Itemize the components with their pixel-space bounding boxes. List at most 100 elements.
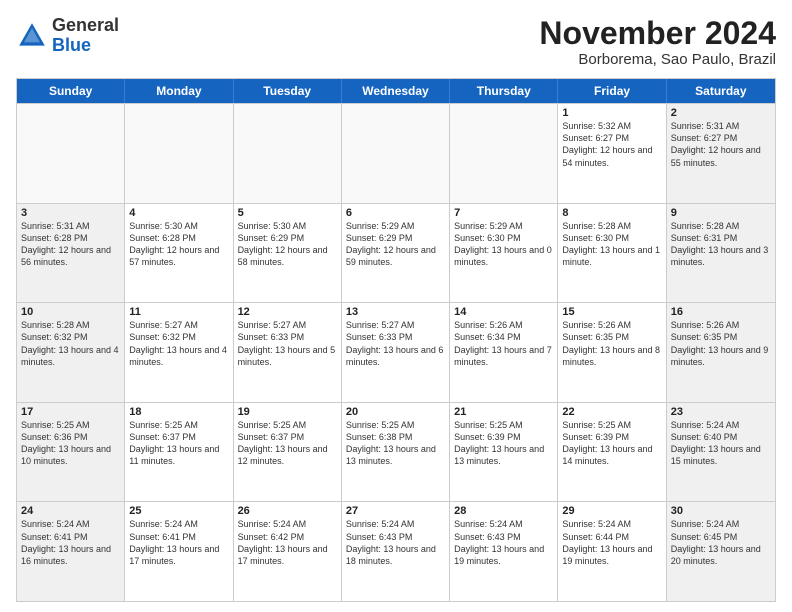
day-number: 25 [129,505,228,517]
cell-details: Sunrise: 5:24 AM Sunset: 6:44 PM Dayligh… [562,518,661,567]
cell-details: Sunrise: 5:25 AM Sunset: 6:37 PM Dayligh… [238,419,337,468]
calendar-cell: 23Sunrise: 5:24 AM Sunset: 6:40 PM Dayli… [667,403,775,502]
calendar-cell [342,104,450,203]
calendar-week-4: 24Sunrise: 5:24 AM Sunset: 6:41 PM Dayli… [17,501,775,601]
logo-blue: Blue [52,36,119,56]
logo: General Blue [16,16,119,56]
cell-details: Sunrise: 5:24 AM Sunset: 6:43 PM Dayligh… [454,518,553,567]
cell-details: Sunrise: 5:25 AM Sunset: 6:38 PM Dayligh… [346,419,445,468]
day-number: 17 [21,406,120,418]
calendar-cell: 5Sunrise: 5:30 AM Sunset: 6:29 PM Daylig… [234,204,342,303]
calendar-cell: 19Sunrise: 5:25 AM Sunset: 6:37 PM Dayli… [234,403,342,502]
calendar-cell: 29Sunrise: 5:24 AM Sunset: 6:44 PM Dayli… [558,502,666,601]
cell-details: Sunrise: 5:27 AM Sunset: 6:32 PM Dayligh… [129,319,228,368]
page: General Blue November 2024 Borborema, Sa… [0,0,792,612]
calendar-week-1: 3Sunrise: 5:31 AM Sunset: 6:28 PM Daylig… [17,203,775,303]
day-number: 29 [562,505,661,517]
cell-details: Sunrise: 5:24 AM Sunset: 6:43 PM Dayligh… [346,518,445,567]
calendar-cell: 12Sunrise: 5:27 AM Sunset: 6:33 PM Dayli… [234,303,342,402]
location: Borborema, Sao Paulo, Brazil [539,51,776,68]
day-number: 8 [562,207,661,219]
calendar-cell: 30Sunrise: 5:24 AM Sunset: 6:45 PM Dayli… [667,502,775,601]
calendar-cell: 9Sunrise: 5:28 AM Sunset: 6:31 PM Daylig… [667,204,775,303]
calendar-cell: 27Sunrise: 5:24 AM Sunset: 6:43 PM Dayli… [342,502,450,601]
day-number: 3 [21,207,120,219]
calendar-week-2: 10Sunrise: 5:28 AM Sunset: 6:32 PM Dayli… [17,302,775,402]
cell-details: Sunrise: 5:25 AM Sunset: 6:39 PM Dayligh… [562,419,661,468]
day-number: 2 [671,107,771,119]
day-number: 9 [671,207,771,219]
cell-details: Sunrise: 5:30 AM Sunset: 6:29 PM Dayligh… [238,220,337,269]
calendar-cell: 10Sunrise: 5:28 AM Sunset: 6:32 PM Dayli… [17,303,125,402]
title-area: November 2024 Borborema, Sao Paulo, Braz… [539,16,776,68]
logo-general: General [52,16,119,36]
day-number: 30 [671,505,771,517]
logo-text: General Blue [52,16,119,56]
calendar-cell: 11Sunrise: 5:27 AM Sunset: 6:32 PM Dayli… [125,303,233,402]
calendar-cell: 14Sunrise: 5:26 AM Sunset: 6:34 PM Dayli… [450,303,558,402]
cell-details: Sunrise: 5:25 AM Sunset: 6:36 PM Dayligh… [21,419,120,468]
day-number: 28 [454,505,553,517]
calendar-cell: 18Sunrise: 5:25 AM Sunset: 6:37 PM Dayli… [125,403,233,502]
cell-details: Sunrise: 5:30 AM Sunset: 6:28 PM Dayligh… [129,220,228,269]
calendar-cell: 21Sunrise: 5:25 AM Sunset: 6:39 PM Dayli… [450,403,558,502]
calendar-cell: 3Sunrise: 5:31 AM Sunset: 6:28 PM Daylig… [17,204,125,303]
header-day-saturday: Saturday [667,79,775,103]
day-number: 20 [346,406,445,418]
header-day-friday: Friday [558,79,666,103]
calendar-cell [17,104,125,203]
cell-details: Sunrise: 5:28 AM Sunset: 6:30 PM Dayligh… [562,220,661,269]
day-number: 16 [671,306,771,318]
calendar-cell: 17Sunrise: 5:25 AM Sunset: 6:36 PM Dayli… [17,403,125,502]
day-number: 10 [21,306,120,318]
header-day-sunday: Sunday [17,79,125,103]
calendar-cell: 22Sunrise: 5:25 AM Sunset: 6:39 PM Dayli… [558,403,666,502]
logo-icon [16,20,48,52]
calendar-cell [234,104,342,203]
cell-details: Sunrise: 5:28 AM Sunset: 6:31 PM Dayligh… [671,220,771,269]
day-number: 18 [129,406,228,418]
calendar-cell: 15Sunrise: 5:26 AM Sunset: 6:35 PM Dayli… [558,303,666,402]
day-number: 26 [238,505,337,517]
cell-details: Sunrise: 5:29 AM Sunset: 6:29 PM Dayligh… [346,220,445,269]
calendar: SundayMondayTuesdayWednesdayThursdayFrid… [16,78,776,602]
cell-details: Sunrise: 5:24 AM Sunset: 6:40 PM Dayligh… [671,419,771,468]
calendar-cell: 13Sunrise: 5:27 AM Sunset: 6:33 PM Dayli… [342,303,450,402]
day-number: 22 [562,406,661,418]
month-title: November 2024 [539,16,776,51]
header-day-tuesday: Tuesday [234,79,342,103]
cell-details: Sunrise: 5:26 AM Sunset: 6:35 PM Dayligh… [562,319,661,368]
calendar-cell [125,104,233,203]
day-number: 24 [21,505,120,517]
day-number: 4 [129,207,228,219]
cell-details: Sunrise: 5:31 AM Sunset: 6:28 PM Dayligh… [21,220,120,269]
header: General Blue November 2024 Borborema, Sa… [16,16,776,68]
day-number: 1 [562,107,661,119]
day-number: 27 [346,505,445,517]
header-day-monday: Monday [125,79,233,103]
calendar-cell: 4Sunrise: 5:30 AM Sunset: 6:28 PM Daylig… [125,204,233,303]
calendar-cell: 6Sunrise: 5:29 AM Sunset: 6:29 PM Daylig… [342,204,450,303]
day-number: 7 [454,207,553,219]
day-number: 15 [562,306,661,318]
cell-details: Sunrise: 5:25 AM Sunset: 6:37 PM Dayligh… [129,419,228,468]
day-number: 12 [238,306,337,318]
calendar-cell: 16Sunrise: 5:26 AM Sunset: 6:35 PM Dayli… [667,303,775,402]
calendar-cell: 20Sunrise: 5:25 AM Sunset: 6:38 PM Dayli… [342,403,450,502]
day-number: 21 [454,406,553,418]
cell-details: Sunrise: 5:26 AM Sunset: 6:34 PM Dayligh… [454,319,553,368]
cell-details: Sunrise: 5:25 AM Sunset: 6:39 PM Dayligh… [454,419,553,468]
calendar-cell: 24Sunrise: 5:24 AM Sunset: 6:41 PM Dayli… [17,502,125,601]
cell-details: Sunrise: 5:26 AM Sunset: 6:35 PM Dayligh… [671,319,771,368]
calendar-cell [450,104,558,203]
calendar-cell: 26Sunrise: 5:24 AM Sunset: 6:42 PM Dayli… [234,502,342,601]
calendar-cell: 8Sunrise: 5:28 AM Sunset: 6:30 PM Daylig… [558,204,666,303]
cell-details: Sunrise: 5:27 AM Sunset: 6:33 PM Dayligh… [346,319,445,368]
cell-details: Sunrise: 5:31 AM Sunset: 6:27 PM Dayligh… [671,120,771,169]
calendar-cell: 1Sunrise: 5:32 AM Sunset: 6:27 PM Daylig… [558,104,666,203]
day-number: 19 [238,406,337,418]
header-day-wednesday: Wednesday [342,79,450,103]
cell-details: Sunrise: 5:28 AM Sunset: 6:32 PM Dayligh… [21,319,120,368]
cell-details: Sunrise: 5:32 AM Sunset: 6:27 PM Dayligh… [562,120,661,169]
calendar-cell: 2Sunrise: 5:31 AM Sunset: 6:27 PM Daylig… [667,104,775,203]
